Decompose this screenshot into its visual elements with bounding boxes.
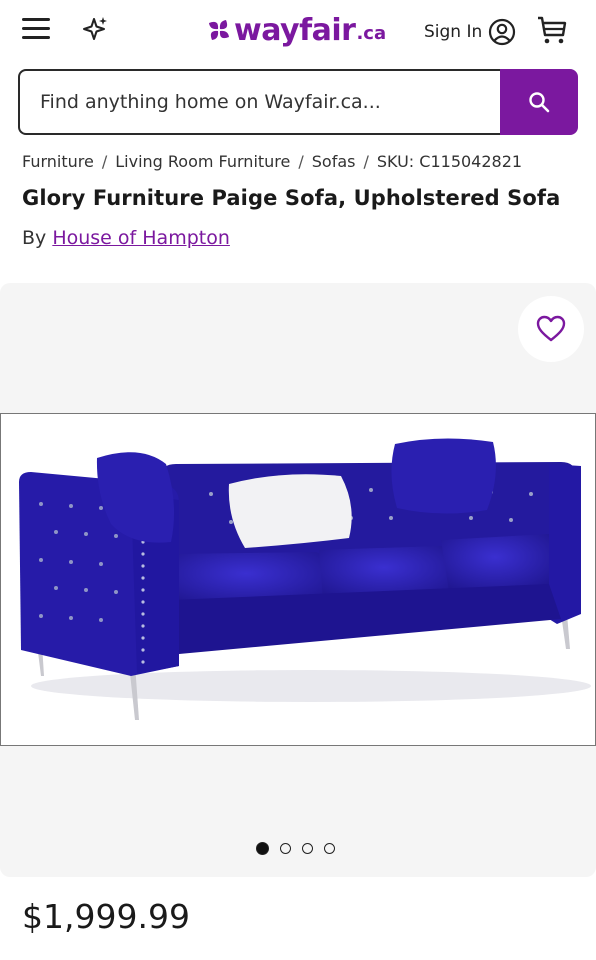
gallery-dot-3[interactable] bbox=[302, 843, 313, 854]
product-image[interactable] bbox=[0, 413, 596, 746]
logo-wordmark: wayfair bbox=[234, 12, 356, 48]
product-byline: By House of Hampton bbox=[22, 227, 230, 249]
sign-in-button[interactable]: Sign In bbox=[424, 18, 516, 46]
breadcrumb-furniture[interactable]: Furniture bbox=[22, 152, 94, 171]
sparkle-icon[interactable] bbox=[80, 14, 110, 44]
search-button[interactable] bbox=[500, 69, 578, 135]
breadcrumb-separator: / bbox=[298, 152, 304, 171]
heart-outline-icon bbox=[536, 315, 566, 342]
top-bar: wayfair .ca Sign In bbox=[0, 0, 596, 62]
sign-in-label: Sign In bbox=[424, 22, 483, 42]
breadcrumb: Furniture / Living Room Furniture / Sofas / SK… bbox=[22, 152, 522, 171]
breadcrumb-separator: / bbox=[363, 152, 369, 171]
search-field-wrapper bbox=[18, 69, 502, 135]
by-label: By bbox=[22, 227, 47, 249]
account-icon bbox=[489, 18, 516, 46]
wayfair-logo[interactable]: wayfair .ca bbox=[206, 12, 386, 48]
sku-label: SKU: C115042821 bbox=[376, 152, 523, 171]
search-icon bbox=[529, 92, 550, 113]
breadcrumb-separator: / bbox=[101, 152, 108, 171]
gallery-dot-4[interactable] bbox=[324, 843, 335, 854]
product-price: $1,999.99 bbox=[22, 897, 190, 936]
breadcrumb-sofas[interactable]: Sofas bbox=[312, 152, 356, 171]
hamburger-menu-icon[interactable] bbox=[22, 18, 50, 40]
search-bar bbox=[18, 69, 578, 135]
gallery-pagination bbox=[256, 842, 346, 855]
search-input[interactable] bbox=[20, 71, 480, 133]
sofa-image bbox=[19, 438, 591, 720]
cart-icon[interactable] bbox=[536, 14, 568, 46]
gallery-dot-2[interactable] bbox=[280, 843, 291, 854]
logo-domain: .ca bbox=[356, 22, 387, 44]
product-title: Glory Furniture Paige Sofa, Upholstered … bbox=[22, 186, 561, 210]
favorite-button[interactable] bbox=[518, 296, 584, 362]
breadcrumb-living-room-furniture[interactable]: Living Room Furniture bbox=[115, 152, 290, 171]
brand-link[interactable]: House of Hampton bbox=[52, 227, 230, 249]
gallery-dot-1[interactable] bbox=[256, 842, 269, 855]
wayfair-pinwheel-icon bbox=[209, 20, 229, 40]
